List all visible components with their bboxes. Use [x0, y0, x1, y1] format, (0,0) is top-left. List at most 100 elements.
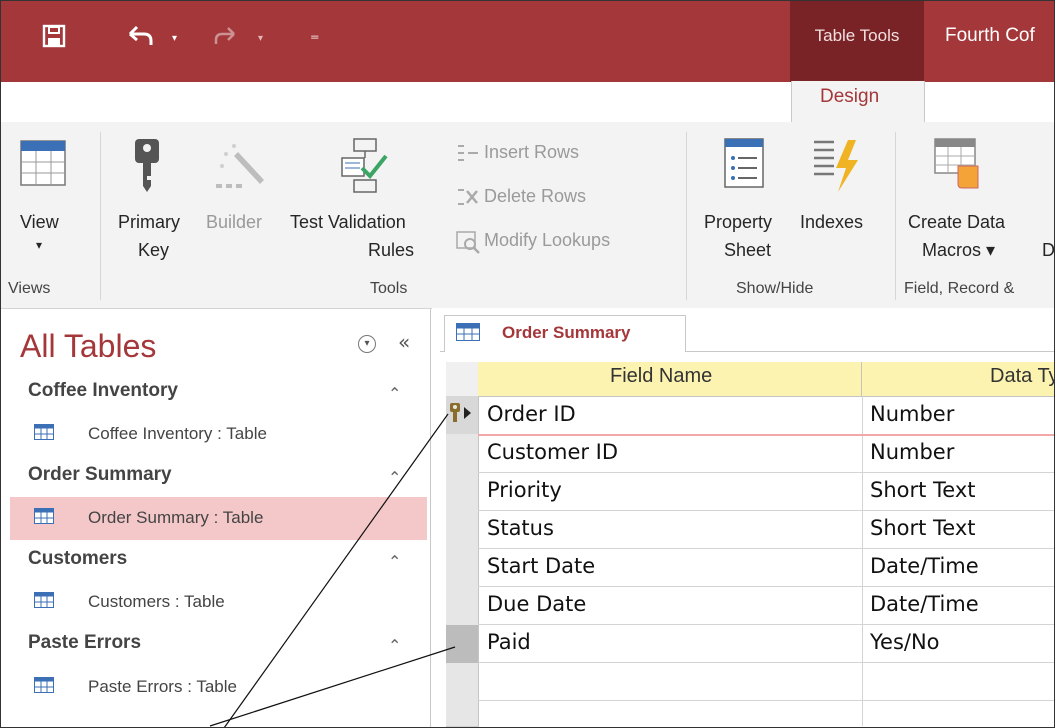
group-label-views: Views	[8, 280, 51, 297]
data-type-cell[interactable]: Date/Time	[870, 554, 979, 578]
field-name-cell[interactable]: Start Date	[487, 554, 595, 578]
column-divider	[862, 396, 863, 726]
customize-toolbar-icon[interactable]: ₌	[310, 26, 320, 44]
undo-icon[interactable]	[126, 24, 154, 46]
property-sheet-icon	[724, 138, 764, 188]
delete-rows-label: Delete Rows	[484, 186, 587, 206]
collapse-group-icon[interactable]: ⌃	[388, 552, 401, 571]
primary-key-label-2: Key	[138, 240, 170, 260]
nav-item-order-summary[interactable]: Order Summary : Table	[88, 508, 263, 528]
ribbon-separator	[895, 132, 896, 300]
redo-icon	[214, 27, 235, 44]
collapse-group-icon[interactable]: ⌃	[388, 468, 401, 487]
field-name-cell[interactable]: Paid	[487, 630, 531, 654]
row-divider	[478, 624, 1055, 625]
document-tab-label: Order Summary	[502, 323, 631, 342]
ribbon-separator	[100, 132, 101, 300]
data-type-cell[interactable]: Number	[870, 402, 954, 426]
property-sheet-button[interactable]: Property Sheet	[696, 132, 792, 272]
data-type-cell[interactable]: Yes/No	[870, 630, 940, 654]
insert-rows-label: Insert Rows	[484, 142, 580, 162]
save-icon[interactable]	[42, 24, 66, 48]
nav-menu-dropdown-icon[interactable]: ▾	[358, 335, 376, 353]
primary-key-indicator-icon	[450, 403, 471, 422]
table-icon	[34, 677, 54, 693]
table-icon	[34, 508, 54, 524]
builder-button: Builder	[200, 132, 282, 272]
undo-dropdown-icon[interactable]: ▾	[172, 33, 177, 44]
chevron-down-icon: ▾	[36, 238, 43, 252]
group-label-show-hide: Show/Hide	[736, 280, 814, 297]
modify-lookups-label: Modify Lookups	[484, 230, 611, 250]
table-icon	[34, 424, 54, 440]
create-data-macros-button[interactable]: Create Data Macros ▾ D	[904, 132, 1055, 272]
field-name-cell[interactable]: Order ID	[487, 402, 576, 426]
delete-rows-icon	[458, 189, 478, 205]
modify-lookups-button: Modify Lookups	[454, 228, 674, 256]
key-icon	[135, 139, 159, 192]
nav-pane-title[interactable]: All Tables	[20, 328, 156, 365]
data-type-cell[interactable]: Number	[870, 440, 954, 464]
select-all-corner[interactable]	[446, 362, 479, 397]
row-divider-current	[478, 434, 1055, 436]
tab-database-tools[interactable]: Database Tools	[596, 86, 727, 108]
table-icon	[34, 592, 54, 608]
data-type-cell[interactable]: Date/Time	[870, 592, 979, 616]
tab-home[interactable]: Home	[151, 86, 202, 108]
field-name-cell[interactable]: Due Date	[487, 592, 586, 616]
insert-rows-button: Insert Rows	[454, 140, 654, 168]
data-macro-icon	[934, 138, 979, 189]
window-title: Fourth Cof	[945, 25, 1035, 46]
data-type-cell[interactable]: Short Text	[870, 478, 976, 502]
nav-item-paste-errors[interactable]: Paste Errors : Table	[88, 677, 237, 697]
redo-dropdown-icon: ▾	[258, 33, 264, 44]
modify-lookups-icon	[456, 231, 480, 254]
group-label-tools: Tools	[370, 280, 408, 297]
field-name-cell[interactable]: Priority	[487, 478, 562, 502]
view-button-label: View	[20, 212, 59, 232]
validation-flowchart-icon	[341, 138, 388, 193]
lightbulb-icon	[954, 88, 968, 106]
collapse-group-icon[interactable]: ⌃	[388, 636, 401, 655]
nav-group-order-summary[interactable]: Order Summary	[28, 464, 172, 486]
table-icon	[456, 323, 480, 341]
primary-key-label-1: Primary	[118, 212, 180, 232]
builder-label: Builder	[206, 212, 263, 232]
data-type-cell[interactable]: Short Text	[870, 516, 976, 540]
tell-me-search[interactable]: Tell m	[976, 86, 1026, 108]
create-data-macros-label-1: Create Data	[908, 212, 1006, 232]
view-button[interactable]: View ▾	[8, 132, 84, 272]
group-label-field-record: Field, Record &	[904, 280, 1015, 297]
test-validation-label-2: Rules	[368, 240, 415, 260]
insert-rows-icon	[458, 145, 478, 161]
tab-file[interactable]: File	[46, 86, 77, 108]
test-validation-label-1: Test Validation	[290, 212, 406, 232]
row-divider	[478, 548, 1055, 549]
nav-group-customers[interactable]: Customers	[28, 548, 127, 570]
row-selector-column	[446, 396, 479, 727]
column-header-label: Data Ty	[990, 365, 1055, 387]
nav-item-customers[interactable]: Customers : Table	[88, 592, 225, 612]
row-divider	[478, 510, 1055, 511]
primary-key-button[interactable]: Primary Key	[112, 132, 200, 272]
row-divider	[478, 472, 1055, 473]
shutter-bar-close-icon[interactable]: «	[398, 330, 410, 354]
ribbon-clipped-label: D	[1042, 240, 1055, 260]
context-label: Table Tools	[814, 26, 900, 45]
field-name-cell[interactable]: Customer ID	[487, 440, 618, 464]
nav-item-coffee-inventory[interactable]: Coffee Inventory : Table	[88, 424, 267, 444]
row-selector[interactable]	[446, 625, 478, 663]
magic-wand-icon	[216, 144, 264, 188]
tab-external-data[interactable]: External Data	[401, 86, 516, 108]
indexes-button[interactable]: Indexes	[796, 132, 886, 272]
nav-group-coffee-inventory[interactable]: Coffee Inventory	[28, 380, 178, 402]
tab-design[interactable]: Design	[820, 86, 879, 108]
field-name-cell[interactable]: Status	[487, 516, 554, 540]
test-validation-rules-button[interactable]: Test Validation Rules	[284, 132, 444, 272]
indexes-lightning-icon	[814, 140, 858, 192]
nav-group-paste-errors[interactable]: Paste Errors	[28, 632, 141, 654]
ribbon-separator	[686, 132, 687, 300]
collapse-group-icon[interactable]: ⌃	[388, 384, 401, 403]
create-data-macros-label-2: Macros ▾	[922, 240, 996, 260]
tab-create[interactable]: Create	[276, 86, 333, 108]
